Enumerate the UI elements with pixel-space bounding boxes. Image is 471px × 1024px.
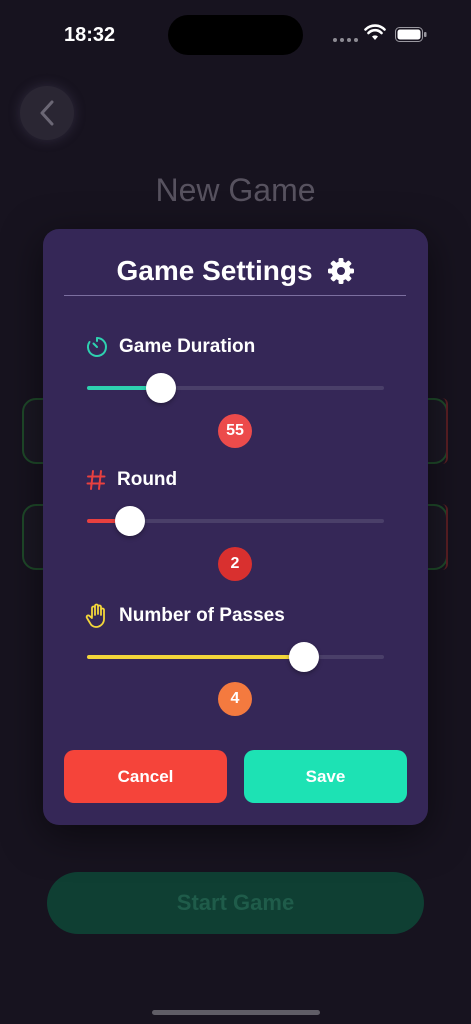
gear-icon bbox=[327, 258, 354, 284]
slider-thumb[interactable] bbox=[115, 506, 146, 536]
number-of-passes-value-badge: 4 bbox=[218, 682, 252, 716]
setting-label-number-of-passes: Number of Passes bbox=[119, 605, 285, 626]
slider-thumb[interactable] bbox=[146, 373, 177, 403]
slider-thumb[interactable] bbox=[288, 642, 319, 672]
signal-icon bbox=[333, 38, 358, 42]
timer-icon bbox=[87, 337, 107, 357]
save-button[interactable]: Save bbox=[244, 750, 407, 803]
modal-divider bbox=[64, 295, 406, 296]
dynamic-island bbox=[168, 15, 303, 55]
game-duration-value-badge: 55 bbox=[218, 414, 252, 448]
start-game-button[interactable]: Start Game bbox=[47, 872, 424, 934]
modal-header: Game Settings bbox=[43, 255, 428, 287]
game-duration-slider[interactable] bbox=[87, 373, 384, 403]
round-value-badge: 2 bbox=[218, 547, 252, 581]
setting-round: Round bbox=[85, 469, 177, 491]
hand-icon bbox=[85, 603, 105, 628]
status-bar: 18:32 bbox=[0, 0, 471, 70]
setting-label-game-duration: Game Duration bbox=[119, 336, 256, 357]
modal-title: Game Settings bbox=[116, 255, 313, 286]
setting-number-of-passes: Number of Passes bbox=[85, 603, 285, 629]
status-time: 18:32 bbox=[64, 24, 116, 46]
home-indicator bbox=[152, 1010, 320, 1015]
round-slider[interactable] bbox=[87, 506, 384, 536]
page-title: New Game bbox=[155, 172, 316, 208]
screen: 18:32 New Game Start Game Game Settings bbox=[0, 0, 471, 1024]
settings-modal: Game Settings Game Duration 55 Round 2 N… bbox=[43, 229, 428, 825]
battery-icon bbox=[395, 27, 427, 42]
setting-game-duration: Game Duration bbox=[85, 335, 255, 359]
wifi-icon bbox=[364, 24, 386, 40]
cancel-button[interactable]: Cancel bbox=[64, 750, 227, 803]
slider-fill bbox=[87, 655, 304, 659]
hash-icon bbox=[86, 470, 106, 490]
number-of-passes-slider[interactable] bbox=[87, 642, 384, 672]
setting-label-round: Round bbox=[117, 469, 178, 490]
back-button[interactable] bbox=[20, 86, 74, 140]
chevron-left-icon bbox=[40, 100, 54, 126]
